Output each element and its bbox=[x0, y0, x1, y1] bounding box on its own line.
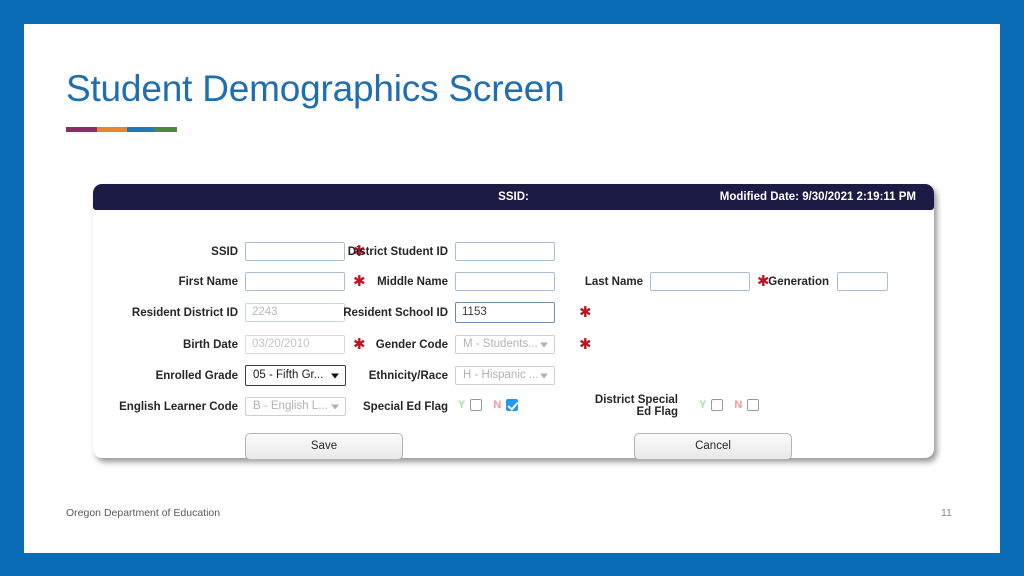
dropdown-gender-code[interactable]: M - Students... bbox=[455, 335, 555, 354]
label-resident-district-id: Resident District ID bbox=[131, 307, 238, 319]
label-first-name: First Name bbox=[178, 276, 238, 288]
label-middle-name: Middle Name bbox=[377, 276, 448, 288]
accent-segment-4 bbox=[154, 127, 177, 132]
dropdown-gender-code-value: M - Students... bbox=[463, 338, 538, 350]
required-asterisk-resident-school-id: ✱ bbox=[579, 303, 592, 321]
chevron-down-icon bbox=[540, 342, 548, 347]
district-special-ed-flag-group: Y N bbox=[699, 398, 760, 411]
input-resident-school-id[interactable]: 1153 bbox=[455, 302, 555, 323]
accent-segment-3 bbox=[127, 127, 155, 132]
special-ed-flag-yes-label: Y bbox=[458, 398, 466, 411]
accent-segment-1 bbox=[66, 127, 98, 132]
dropdown-enrolled-grade-value: 05 - Fifth Gr... bbox=[253, 369, 324, 381]
special-ed-flag-group: Y N bbox=[458, 398, 519, 411]
required-asterisk-gender-code: ✱ bbox=[579, 335, 592, 353]
slide-canvas: Student Demographics Screen SSID: Modifi… bbox=[24, 24, 1000, 553]
label-enrolled-grade: Enrolled Grade bbox=[155, 370, 238, 382]
label-district-student-id: District Student ID bbox=[347, 246, 448, 258]
slide-frame: Student Demographics Screen SSID: Modifi… bbox=[0, 0, 1024, 576]
dropdown-english-learner-code[interactable]: B - English L... bbox=[245, 397, 346, 416]
input-district-student-id[interactable] bbox=[455, 242, 555, 261]
dropdown-ethnicity-race-value: H - Hispanic ... bbox=[463, 369, 539, 381]
label-birth-date: Birth Date bbox=[183, 339, 238, 351]
input-generation[interactable] bbox=[837, 272, 888, 291]
district-special-ed-flag-yes-checkbox[interactable] bbox=[711, 399, 724, 411]
chevron-down-icon bbox=[540, 373, 548, 378]
chevron-down-icon bbox=[331, 404, 339, 409]
dropdown-ethnicity-race[interactable]: H - Hispanic ... bbox=[455, 366, 555, 385]
special-ed-flag-no-label: N bbox=[493, 398, 502, 411]
label-special-ed-flag: Special Ed Flag bbox=[363, 401, 448, 413]
student-demographics-form: SSID: Modified Date: 9/30/2021 2:19:11 P… bbox=[93, 184, 934, 460]
cancel-button[interactable]: Cancel bbox=[634, 433, 792, 460]
label-gender-code: Gender Code bbox=[375, 339, 448, 351]
accent-segment-2 bbox=[97, 127, 128, 132]
form-header-modified-date: Modified Date: 9/30/2021 2:19:11 PM bbox=[719, 191, 916, 203]
title-accent-rule bbox=[66, 127, 177, 132]
input-middle-name[interactable] bbox=[455, 272, 555, 291]
district-special-ed-flag-no-checkbox[interactable] bbox=[747, 399, 760, 411]
label-district-special-ed-flag: District Special Ed Flag bbox=[594, 394, 678, 418]
label-generation: Generation bbox=[768, 276, 829, 288]
page-title: Student Demographics Screen bbox=[66, 68, 565, 109]
label-resident-school-id: Resident School ID bbox=[343, 307, 448, 319]
district-special-ed-flag-no-label: N bbox=[734, 398, 743, 411]
dropdown-english-learner-code-value: B - English L... bbox=[253, 400, 328, 412]
form-header-bar: SSID: Modified Date: 9/30/2021 2:19:11 P… bbox=[93, 184, 934, 210]
label-ssid: SSID bbox=[211, 246, 238, 258]
footer-page-number: 11 bbox=[941, 507, 952, 519]
label-ethnicity-race: Ethnicity/Race bbox=[368, 370, 448, 382]
footer-organization: Oregon Department of Education bbox=[66, 507, 221, 519]
special-ed-flag-no-checkbox[interactable] bbox=[506, 399, 519, 411]
input-last-name[interactable] bbox=[650, 272, 750, 291]
special-ed-flag-yes-checkbox[interactable] bbox=[470, 399, 483, 411]
district-special-ed-flag-yes-label: Y bbox=[699, 398, 707, 411]
save-button[interactable]: Save bbox=[245, 433, 403, 460]
label-last-name: Last Name bbox=[584, 276, 643, 288]
label-english-learner-code: English Learner Code bbox=[119, 401, 238, 413]
